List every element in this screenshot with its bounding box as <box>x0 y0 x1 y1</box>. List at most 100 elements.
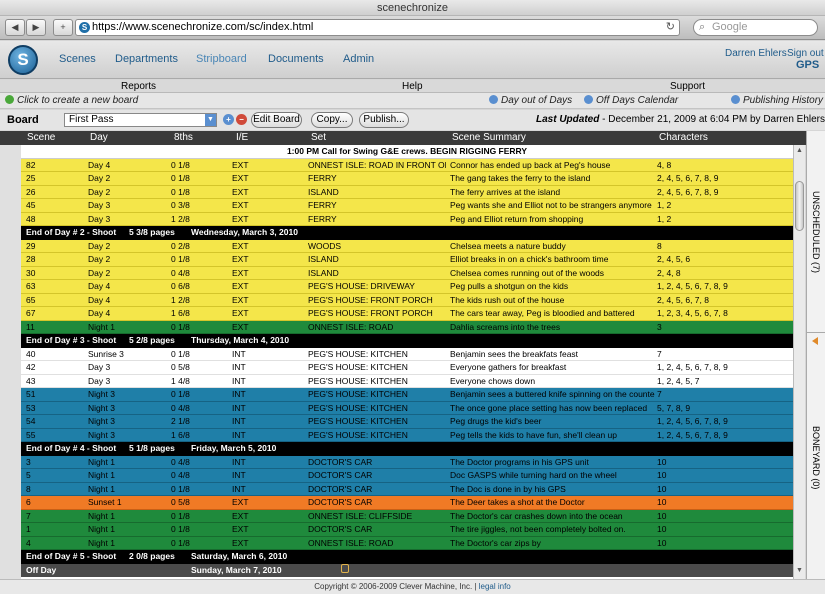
board-select[interactable]: First Pass ▼ <box>64 113 217 127</box>
publishing-history-link[interactable]: Publishing History <box>731 95 823 106</box>
strip-eighths: 0 1/8 <box>171 159 190 170</box>
end-of-day-strip[interactable]: End of Day # 5 - Shoot 2 0/8 pages Saturda… <box>21 550 793 564</box>
scene-strip[interactable]: 65 Day 4 1 2/8 EXT PEG'S HOUSE: FRONT PORCH T… <box>21 293 793 307</box>
col-set[interactable]: Set <box>311 132 326 143</box>
scene-strip[interactable]: 8 Night 1 0 1/8 INT DOCTOR'S CAR The Doc is d… <box>21 482 793 496</box>
lock-icon[interactable] <box>341 563 349 573</box>
scene-strip[interactable]: 43 Day 3 1 4/8 INT PEG'S HOUSE: KITCHEN Every… <box>21 374 793 388</box>
scene-strip[interactable]: 82 Day 4 0 1/8 EXT ONNEST ISLE: ROAD IN FRON… <box>21 158 793 172</box>
scene-strip[interactable]: 7 Night 1 0 1/8 EXT ONNEST ISLE: CLIFFSIDE Th… <box>21 509 793 523</box>
nav-admin[interactable]: Admin <box>343 53 374 65</box>
add-board-icon[interactable]: + <box>223 114 234 125</box>
collapse-arrow-icon[interactable] <box>812 337 818 345</box>
strip-day: Sunrise 3 <box>88 348 124 359</box>
url-bar[interactable]: S https://www.scenechronize.com/sc/index… <box>75 19 680 36</box>
strip-summary: Connor has ended up back at Peg's house <box>450 159 611 170</box>
col-scene[interactable]: Scene <box>27 132 55 143</box>
scroll-thumb[interactable] <box>795 181 804 231</box>
day-break-pages: 5 3/8 pages <box>129 227 175 237</box>
scene-strip[interactable]: 25 Day 2 0 1/8 EXT FERRY The gang takes the f… <box>21 172 793 186</box>
app-logo[interactable]: S <box>8 45 38 75</box>
delete-board-icon[interactable]: − <box>236 114 247 125</box>
unscheduled-tab[interactable]: UNSCHEDULED (7) <box>807 131 825 333</box>
boneyard-tab[interactable]: BONEYARD (0) <box>807 351 825 579</box>
menu-reports[interactable]: Reports <box>121 80 156 93</box>
scene-strip[interactable]: 30 Day 2 0 4/8 EXT ISLAND Chelsea comes runni… <box>21 266 793 280</box>
col-8ths[interactable]: 8ths <box>174 132 193 143</box>
end-of-day-strip[interactable]: End of Day # 2 - Shoot 5 3/8 pages Wednesd… <box>21 226 793 240</box>
menu-help[interactable]: Help <box>402 80 423 93</box>
strip-day: Night 1 <box>88 483 115 494</box>
scene-strip[interactable]: 11 Night 1 0 1/8 EXT ONNEST ISLE: ROAD Dahlia… <box>21 320 793 334</box>
strip-scene-number: 55 <box>26 429 36 440</box>
strip-scene-number: 28 <box>26 254 36 264</box>
day-break-label: End of Day # 3 - Shoot <box>26 335 117 345</box>
vertical-scrollbar[interactable]: ▲ ▼ <box>793 145 805 579</box>
strip-set: PEG'S HOUSE: KITCHEN <box>308 416 408 426</box>
strip-set: ONNEST ISLE: CLIFFSIDE <box>308 510 413 521</box>
search-input[interactable]: ⌕ Google <box>693 19 818 36</box>
end-of-day-strip[interactable]: End of Day # 4 - Shoot 5 1/8 pages Friday,… <box>21 442 793 456</box>
scene-strip[interactable]: 54 Night 3 2 1/8 INT PEG'S HOUSE: KITCHEN Peg… <box>21 415 793 429</box>
off-days-calendar-link[interactable]: Off Days Calendar <box>584 95 678 106</box>
scene-strip[interactable]: 29 Day 2 0 2/8 EXT WOODS Chelsea meets a natu… <box>21 239 793 253</box>
copy-button[interactable]: Copy... <box>311 112 353 128</box>
project-name[interactable]: GPS <box>796 59 819 71</box>
scene-strip[interactable]: 3 Night 1 0 4/8 INT DOCTOR'S CAR The Doctor p… <box>21 455 793 469</box>
scene-strip[interactable]: 6 Sunset 1 0 5/8 EXT DOCTOR'S CAR The Deer ta… <box>21 496 793 510</box>
scene-strip[interactable]: 5 Night 1 0 4/8 INT DOCTOR'S CAR Doc GASPS wh… <box>21 469 793 483</box>
strip-characters: 10 <box>657 510 667 521</box>
scene-strip[interactable]: 67 Day 4 1 6/8 EXT PEG'S HOUSE: FRONT PORCH T… <box>21 307 793 321</box>
scene-strip[interactable]: 63 Day 4 0 6/8 EXT PEG'S HOUSE: DRIVEWAY Peg … <box>21 280 793 294</box>
strip-eighths: 0 1/8 <box>171 537 190 548</box>
note-text: 1:00 PM Call for Swing G&E crews. BEGIN … <box>286 146 528 156</box>
col-characters[interactable]: Characters <box>659 132 708 143</box>
scene-strip[interactable]: 55 Night 3 1 6/8 INT PEG'S HOUSE: KITCHEN Peg… <box>21 428 793 442</box>
strip-eighths: 0 1/8 <box>171 173 190 183</box>
strip-set: ONNEST ISLE: ROAD IN FRONT OF HO... <box>308 159 446 170</box>
scene-strip[interactable]: 28 Day 2 0 1/8 EXT ISLAND Elliot breaks in on… <box>21 253 793 267</box>
strip-int-ext: INT <box>232 456 246 467</box>
legal-info-link[interactable]: legal info <box>479 582 511 591</box>
strip-int-ext: EXT <box>232 510 249 521</box>
publish-button[interactable]: Publish... <box>359 112 409 128</box>
back-arrow-icon[interactable]: ◀ <box>5 19 25 36</box>
plus-icon[interactable]: + <box>53 19 73 36</box>
strip-set: WOODS <box>308 240 342 251</box>
scene-strip[interactable]: 53 Night 3 0 4/8 INT PEG'S HOUSE: KITCHEN The… <box>21 401 793 415</box>
note-strip[interactable]: 1:00 PM Call for Swing G&E crews. BEGIN … <box>21 145 793 159</box>
scene-strip[interactable]: 45 Day 3 0 3/8 EXT FERRY Peg wants she and El… <box>21 199 793 213</box>
strip-set: ISLAND <box>308 254 339 264</box>
strip-eighths: 0 5/8 <box>171 497 190 507</box>
strip-summary: The cars tear away, Peg is bloodied and … <box>450 308 635 318</box>
day-out-of-days-link[interactable]: Day out of Days <box>489 95 572 106</box>
reload-icon[interactable]: ↻ <box>666 20 675 35</box>
nav-departments[interactable]: Departments <box>115 53 178 65</box>
col-ie[interactable]: I/E <box>236 132 248 143</box>
strip-day: Night 1 <box>88 524 115 534</box>
col-summary[interactable]: Scene Summary <box>452 132 526 143</box>
strip-day: Night 1 <box>88 321 115 332</box>
scene-strip[interactable]: 51 Night 3 0 1/8 INT PEG'S HOUSE: KITCHEN Ben… <box>21 388 793 402</box>
nav-scenes[interactable]: Scenes <box>59 53 96 65</box>
strip-characters: 10 <box>657 537 667 548</box>
off-day-strip[interactable]: Off Day Sunday, March 7, 2010 <box>21 563 793 577</box>
scene-strip[interactable]: 42 Day 3 0 5/8 INT PEG'S HOUSE: KITCHEN Every… <box>21 361 793 375</box>
col-day[interactable]: Day <box>90 132 108 143</box>
signout-link[interactable]: Sign out <box>787 48 824 59</box>
strip-int-ext: INT <box>232 402 246 413</box>
scroll-down-icon[interactable]: ▼ <box>794 567 805 577</box>
menu-support[interactable]: Support <box>670 80 705 93</box>
nav-stripboard[interactable]: Stripboard <box>196 53 247 65</box>
create-board-link[interactable]: Click to create a new board <box>5 95 138 106</box>
nav-documents[interactable]: Documents <box>268 53 324 65</box>
forward-arrow-icon[interactable]: ▶ <box>26 19 46 36</box>
end-of-day-strip[interactable]: End of Day # 3 - Shoot 5 2/8 pages Thursda… <box>21 334 793 348</box>
scene-strip[interactable]: 48 Day 3 1 2/8 EXT FERRY Peg and Elliot retur… <box>21 212 793 226</box>
scene-strip[interactable]: 40 Sunrise 3 0 1/8 INT PEG'S HOUSE: KITCHEN B… <box>21 347 793 361</box>
edit-board-button[interactable]: Edit Board <box>251 112 302 128</box>
scroll-up-icon[interactable]: ▲ <box>794 147 805 157</box>
scene-strip[interactable]: 1 Night 1 0 1/8 EXT DOCTOR'S CAR The tire jig… <box>21 523 793 537</box>
scene-strip[interactable]: 26 Day 2 0 1/8 EXT ISLAND The ferry arrives a… <box>21 185 793 199</box>
scene-strip[interactable]: 4 Night 1 0 1/8 EXT ONNEST ISLE: ROAD The Doc… <box>21 536 793 550</box>
